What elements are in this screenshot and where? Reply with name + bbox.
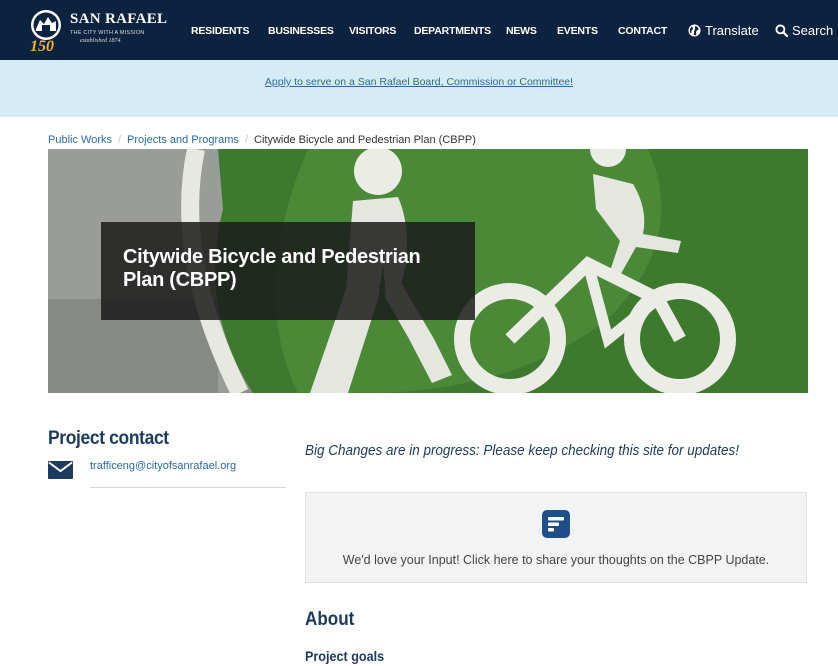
status-tagline: Big Changes are in progress: Please keep…	[305, 443, 740, 459]
about-heading: About	[305, 609, 355, 630]
anniversary-badge: 150	[30, 38, 54, 52]
feedback-cta-card[interactable]: We'd love your Input! Click here to shar…	[305, 492, 807, 583]
envelope-icon	[48, 461, 73, 479]
project-goals-heading: Project goals	[305, 648, 385, 664]
globe-icon	[688, 24, 701, 37]
search-button[interactable]: Search	[775, 0, 833, 60]
logo-tagline: THE CITY WITH A MISSION	[70, 30, 145, 36]
site-logo[interactable]: 150 SAN RAFAEL THE CITY WITH A MISSION e…	[28, 8, 188, 54]
hero-title-overlay: Citywide Bicycle and Pedestrian Plan (CB…	[101, 222, 475, 320]
divider	[90, 487, 286, 488]
translate-label: Translate	[705, 23, 759, 38]
logo-established: established 1874	[80, 38, 121, 44]
breadcrumb-separator: /	[244, 134, 248, 146]
nav-contact[interactable]: CONTACT	[618, 0, 667, 60]
logo-name: SAN RAFAEL	[70, 11, 168, 27]
hero-banner: Citywide Bicycle and Pedestrian Plan (CB…	[48, 149, 808, 393]
board-commission-apply-link[interactable]: Apply to serve on a San Rafael Board, Co…	[265, 76, 573, 88]
project-contact-heading: Project contact	[48, 428, 169, 449]
search-icon	[775, 24, 789, 38]
nav-businesses[interactable]: BUSINESSES	[268, 0, 334, 60]
breadcrumb-current-page: Citywide Bicycle and Pedestrian Plan (CB…	[254, 134, 476, 146]
translate-button[interactable]: Translate	[688, 0, 759, 60]
search-label: Search	[792, 23, 834, 38]
nav-visitors[interactable]: VISITORS	[349, 0, 396, 60]
city-seal-icon: 150	[30, 10, 61, 52]
contact-email-link[interactable]: trafficeng@cityofsanrafael.org	[90, 460, 236, 472]
top-navigation-bar: 150 SAN RAFAEL THE CITY WITH A MISSION e…	[0, 0, 838, 60]
nav-departments[interactable]: DEPARTMENTS	[414, 0, 491, 60]
nav-news[interactable]: NEWS	[506, 0, 537, 60]
breadcrumb-projects-and-programs[interactable]: Projects and Programs	[127, 134, 239, 146]
breadcrumb-separator: /	[117, 134, 122, 146]
nav-residents[interactable]: RESIDENTS	[191, 0, 249, 60]
breadcrumb: Public Works / Projects and Programs / Cityw…	[48, 134, 476, 146]
nav-events[interactable]: EVENTS	[557, 0, 598, 60]
breadcrumb-public-works[interactable]: Public Works	[48, 134, 112, 146]
feedback-cta-text: We'd love your Input! Click here to shar…	[342, 553, 770, 567]
page-title: Citywide Bicycle and Pedestrian Plan (CB…	[123, 246, 421, 291]
announcement-banner: Apply to serve on a San Rafael Board, Co…	[0, 60, 838, 117]
form-icon	[542, 510, 570, 538]
